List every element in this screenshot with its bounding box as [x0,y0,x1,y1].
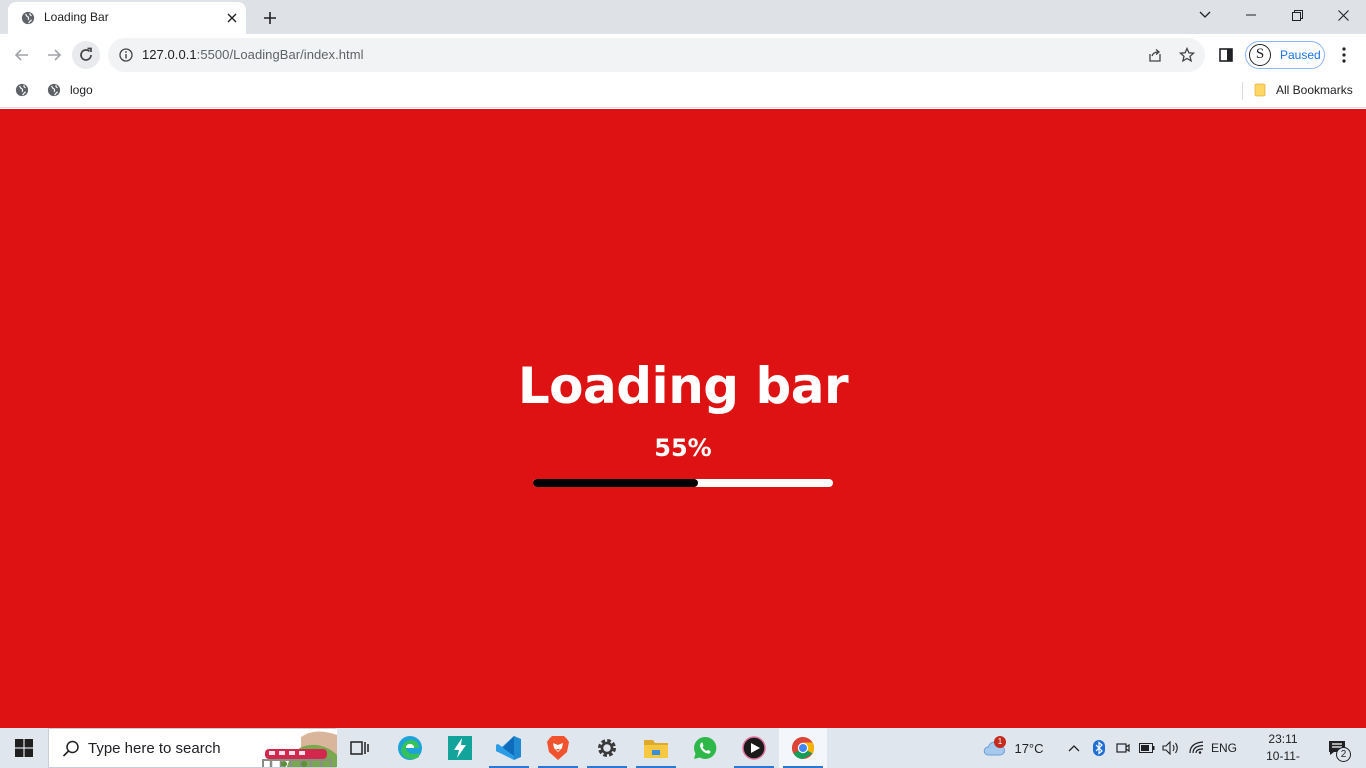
globe-icon[interactable] [15,83,29,97]
notification-count: 2 [1336,747,1351,762]
volume-tray[interactable] [1160,728,1182,768]
tab-search-button[interactable] [1182,0,1228,30]
task-view-button[interactable] [336,728,384,768]
speaker-icon [1162,741,1178,755]
play-icon [742,736,766,760]
url-text[interactable]: 127.0.0.1:5500/LoadingBar/index.html [142,47,364,62]
tab-strip: Loading Bar [0,0,1366,34]
page-content: Loading bar 55% [0,109,1366,728]
notifications-button[interactable]: 2 [1320,728,1354,768]
gear-icon [598,739,616,757]
progress-percent: 55% [654,434,712,462]
bookmarks-bar: logo All Bookmarks [0,76,1366,108]
edge-icon [398,736,422,760]
bluetooth-icon [1093,740,1105,756]
new-tab-button[interactable] [258,6,282,30]
bookmark-logo[interactable]: logo [70,83,93,97]
globe-icon [21,11,35,25]
windows-logo-icon [15,739,33,757]
progress-bar [533,479,833,487]
wifi-icon [1189,741,1204,754]
forward-button[interactable] [40,41,68,69]
taskbar-search-input[interactable]: Type here to search [48,728,337,768]
show-hidden-icons-button[interactable] [1064,728,1084,768]
meet-now-tray[interactable] [1113,728,1133,768]
close-tab-icon[interactable] [223,9,241,27]
browser-toolbar: 127.0.0.1:5500/LoadingBar/index.html S P… [0,34,1366,76]
profile-status: Paused [1280,48,1321,62]
arrow-right-icon [48,49,62,61]
minimize-button[interactable] [1228,0,1274,30]
reload-button[interactable] [72,41,100,69]
chrome-icon [792,737,814,759]
info-icon[interactable] [119,48,133,62]
back-button[interactable] [8,41,36,69]
search-icon [62,740,79,757]
taskbar-zap-app[interactable] [436,728,484,768]
restore-button[interactable] [1274,0,1320,30]
taskbar: Type here to search 17°C ENG 23:11 10-11… [0,728,1366,768]
taskbar-edge[interactable] [386,728,434,768]
vscode-icon [496,736,521,760]
clock-date: 10-11-2023 [1266,749,1300,768]
taskbar-chrome[interactable] [779,728,827,768]
arrow-left-icon [14,49,28,61]
avatar: S [1249,44,1271,66]
lightning-icon [448,736,472,760]
folder-icon [644,740,668,758]
task-view-icon [350,741,369,755]
all-bookmarks-button[interactable]: All Bookmarks [1276,83,1353,97]
battery-tray[interactable] [1137,728,1157,768]
folder-icon[interactable] [1253,83,1267,97]
clock-time: 23:11 [1268,732,1298,746]
camera-icon [1116,743,1130,753]
browser-tab[interactable]: Loading Bar [8,2,246,34]
network-tray[interactable] [1186,728,1208,768]
search-highlight-illustration [257,729,337,767]
taskbar-whatsapp[interactable] [681,728,729,768]
page-title: Loading bar [517,357,849,415]
close-window-button[interactable] [1320,0,1366,30]
taskbar-settings[interactable] [583,728,631,768]
taskbar-file-explorer[interactable] [632,728,680,768]
search-placeholder: Type here to search [88,740,221,757]
address-bar[interactable]: 127.0.0.1:5500/LoadingBar/index.html [108,38,1205,72]
side-panel-icon[interactable] [1216,45,1236,65]
kebab-menu-icon[interactable] [1336,43,1352,67]
weather-widget[interactable] [982,728,1006,768]
weather-temperature[interactable]: 17°C [1010,728,1048,768]
taskbar-brave[interactable] [534,728,582,768]
chevron-up-icon [1068,745,1080,752]
battery-icon [1139,743,1155,753]
globe-icon[interactable] [47,83,61,97]
taskbar-vscode[interactable] [485,728,533,768]
reload-icon [80,47,92,61]
taskbar-media-player[interactable] [730,728,778,768]
progress-fill [533,479,698,487]
bluetooth-tray[interactable] [1090,728,1108,768]
brave-lion-icon [547,736,569,760]
divider [1242,82,1243,100]
start-button[interactable] [0,728,48,768]
tab-title: Loading Bar [44,10,109,24]
profile-button[interactable]: S Paused [1245,41,1325,69]
chevron-down-icon [1199,11,1211,18]
bookmark-star-icon[interactable] [1177,45,1197,65]
share-icon[interactable] [1145,45,1165,65]
whatsapp-icon [694,736,717,759]
system-clock[interactable]: 23:11 10-11-2023 [1254,731,1312,768]
language-indicator[interactable]: ENG [1210,728,1238,768]
weather-alert-badge: 1 [994,736,1006,748]
